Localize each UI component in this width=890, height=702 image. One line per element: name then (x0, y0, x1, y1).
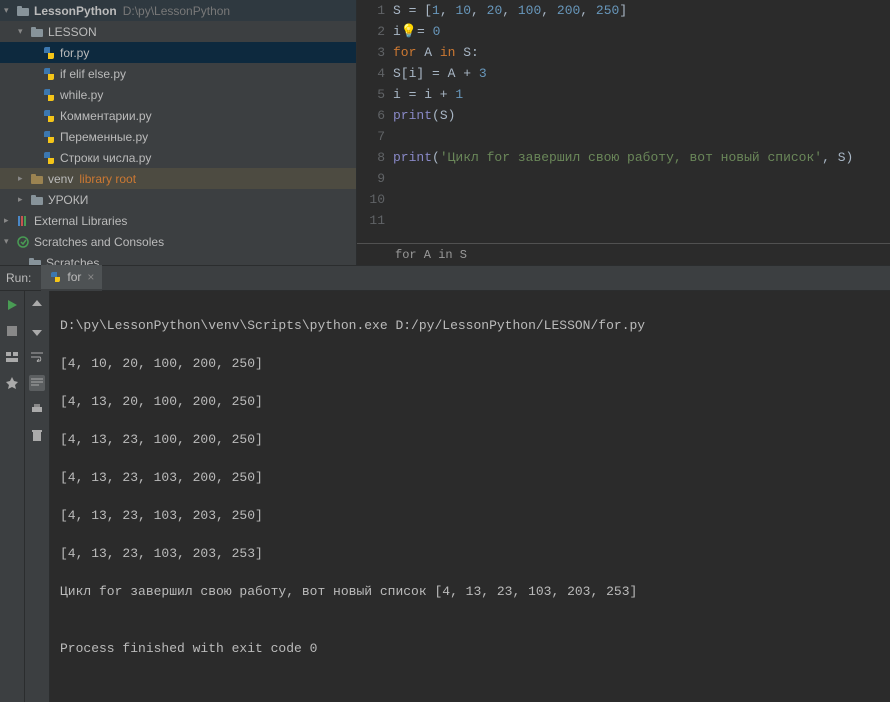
tree-folder-uroki[interactable]: ▸ УРОКИ (0, 189, 356, 210)
lightbulb-icon[interactable]: 💡 (401, 24, 417, 39)
tree-external-libraries[interactable]: ▸ External Libraries (0, 210, 356, 231)
python-file-icon (42, 67, 56, 81)
file-label: Комментарии.py (60, 109, 152, 123)
run-tab-label: for (67, 270, 81, 284)
chevron-down-icon: ▾ (18, 26, 28, 37)
python-file-icon (42, 88, 56, 102)
project-tree[interactable]: ▾ LessonPython D:\py\LessonPython ▾ LESS… (0, 0, 357, 265)
tree-file-for[interactable]: for.py (0, 42, 356, 63)
file-label: Строки числа.py (60, 151, 151, 165)
rerun-button[interactable] (4, 297, 20, 313)
python-file-icon (42, 151, 56, 165)
folder-label: УРОКИ (48, 193, 88, 207)
file-label: if elif else.py (60, 67, 126, 81)
python-file-icon (42, 46, 56, 60)
chevron-right-icon: ▸ (18, 194, 28, 205)
file-label: Переменные.py (60, 130, 148, 144)
chevron-down-icon: ▾ (4, 236, 14, 247)
tree-file-comments[interactable]: Комментарии.py (0, 105, 356, 126)
scratches-root-label: Scratches and Consoles (34, 235, 164, 249)
python-file-icon (49, 270, 63, 284)
chevron-down-icon: ▾ (4, 5, 14, 16)
folder-icon (30, 193, 44, 207)
chevron-right-icon: ▸ (4, 215, 14, 226)
project-name: LessonPython (34, 4, 117, 18)
folder-icon (28, 256, 42, 266)
tree-scratches[interactable]: Scratches (0, 252, 356, 265)
tree-file-vars[interactable]: Переменные.py (0, 126, 356, 147)
up-button[interactable] (29, 297, 45, 313)
tree-file-strings[interactable]: Строки числа.py (0, 147, 356, 168)
folder-icon (16, 4, 30, 18)
tree-file-while[interactable]: while.py (0, 84, 356, 105)
project-path: D:\py\LessonPython (123, 4, 230, 18)
tree-folder-lesson[interactable]: ▾ LESSON (0, 21, 356, 42)
external-libraries-label: External Libraries (34, 214, 127, 228)
source[interactable]: S = [1, 10, 20, 100, 200, 250] i💡= 0 for… (393, 0, 890, 243)
breadcrumb[interactable]: for A in S (357, 243, 890, 265)
gutter: 123 456 789 1011 (357, 0, 393, 243)
editor[interactable]: 123 456 789 1011 S = [1, 10, 20, 100, 20… (357, 0, 890, 265)
run-actions-col (0, 291, 25, 702)
scratches-icon (16, 235, 30, 249)
file-label: while.py (60, 88, 103, 102)
run-toolbar: Run: for × (0, 265, 890, 291)
print-button[interactable] (29, 401, 45, 417)
scratches-label: Scratches (46, 256, 99, 266)
library-folder-icon (30, 172, 44, 186)
python-file-icon (42, 109, 56, 123)
folder-icon (30, 25, 44, 39)
console-output[interactable]: D:\py\LessonPython\venv\Scripts\python.e… (50, 291, 890, 702)
console-actions-col (25, 291, 50, 702)
file-label: for.py (60, 46, 89, 60)
scroll-end-button[interactable] (29, 375, 45, 391)
close-icon[interactable]: × (87, 270, 94, 284)
chevron-right-icon: ▸ (18, 173, 28, 184)
soft-wrap-button[interactable] (29, 349, 45, 365)
run-tab[interactable]: for × (41, 265, 102, 291)
python-file-icon (42, 130, 56, 144)
run-label: Run: (6, 271, 31, 285)
folder-label: LESSON (48, 25, 97, 39)
layout-button[interactable] (4, 349, 20, 365)
pin-button[interactable] (4, 375, 20, 391)
tree-folder-venv[interactable]: ▸ venv library root (0, 168, 356, 189)
trash-button[interactable] (29, 427, 45, 443)
libraries-icon (16, 214, 30, 228)
folder-label: venv (48, 172, 73, 186)
library-root-label: library root (79, 172, 136, 186)
down-button[interactable] (29, 323, 45, 339)
stop-button[interactable] (4, 323, 20, 339)
tree-file-if[interactable]: if elif else.py (0, 63, 356, 84)
tree-root[interactable]: ▾ LessonPython D:\py\LessonPython (0, 0, 356, 21)
tree-scratches-root[interactable]: ▾ Scratches and Consoles (0, 231, 356, 252)
